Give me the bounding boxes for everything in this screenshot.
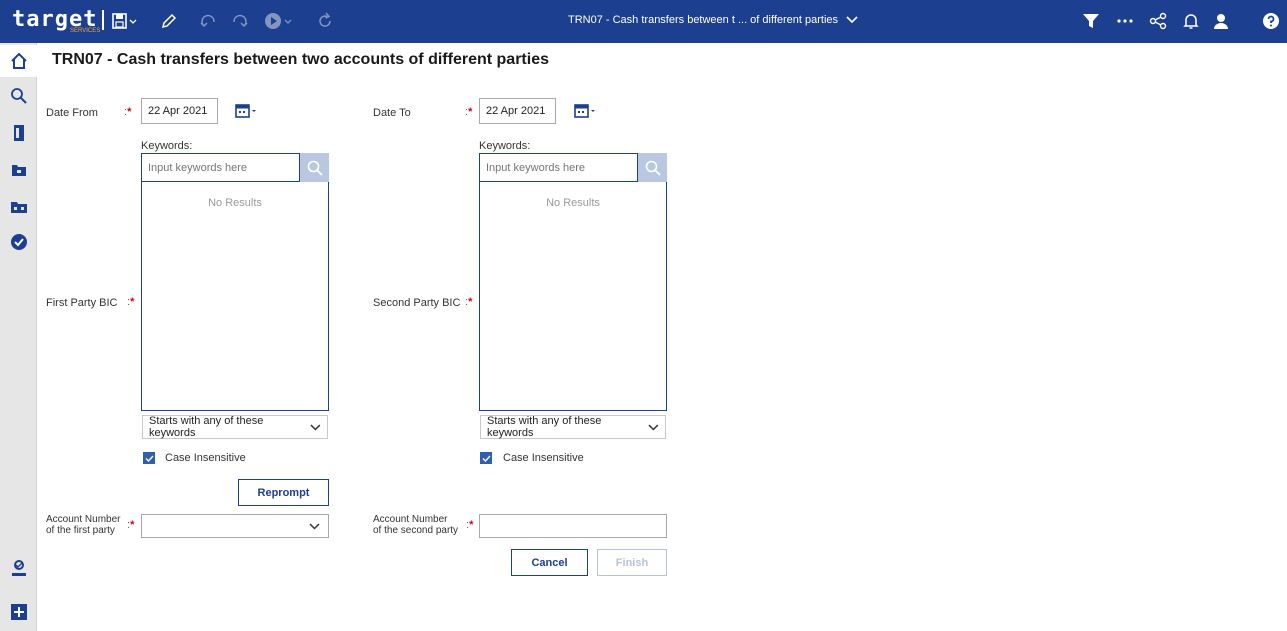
chevron-down-icon (846, 16, 858, 24)
search-icon (10, 88, 27, 104)
sidebar (0, 43, 37, 631)
account-first-label: Account Number of the first party (46, 514, 121, 536)
sidebar-item-home[interactable] (0, 45, 37, 77)
date-to-calendar-button[interactable] (574, 101, 596, 121)
date-from-label: Date From (46, 107, 98, 119)
calendar-icon (574, 104, 595, 118)
first-party-case-insensitive-checkbox[interactable] (143, 452, 155, 464)
first-party-search-button[interactable] (300, 153, 329, 182)
more-icon[interactable] (1116, 11, 1134, 31)
date-from-calendar-button[interactable] (235, 101, 257, 121)
home-icon (10, 52, 27, 69)
bell-icon[interactable] (1182, 11, 1200, 31)
date-from-input[interactable]: 22 Apr 2021 (141, 98, 218, 124)
help-icon[interactable] (1262, 11, 1280, 31)
second-party-bic-label: Second Party BIC (373, 297, 461, 309)
second-party-results-list[interactable]: No Results (479, 182, 667, 411)
save-icon[interactable] (112, 11, 138, 31)
calendar-icon (235, 104, 256, 118)
chevron-down-icon (648, 424, 659, 431)
sidebar-item-search[interactable] (0, 80, 37, 112)
second-party-keywords-label: Keywords: (479, 140, 531, 152)
reprompt-button[interactable]: Reprompt (238, 479, 329, 506)
play-icon[interactable] (264, 11, 294, 31)
check-icon (145, 455, 154, 462)
sidebar-item-profile[interactable] (0, 552, 37, 584)
document-icon (13, 125, 24, 141)
check-icon (482, 455, 491, 462)
account-second-input[interactable] (479, 514, 667, 538)
logo-subtext: SERVICES (70, 28, 101, 34)
redo-icon[interactable] (230, 11, 248, 31)
check-circle-icon (10, 234, 27, 250)
first-party-match-mode-select[interactable]: Starts with any of these keywords (142, 415, 328, 439)
target-logo: target SERVICES (12, 6, 101, 36)
user-icon[interactable] (1212, 11, 1230, 31)
sidebar-item-tasks[interactable] (0, 226, 37, 258)
second-party-bic-colon: :* (465, 296, 473, 308)
sidebar-item-folders[interactable] (0, 191, 37, 223)
date-to-colon: :* (465, 106, 473, 118)
chevron-down-icon (309, 522, 320, 530)
account-first-dropdown[interactable] (141, 514, 329, 538)
second-party-search-button[interactable] (638, 153, 667, 182)
folders-icon (10, 202, 27, 213)
sidebar-item-add[interactable] (0, 596, 37, 628)
chevron-down-icon (310, 424, 321, 431)
edit-icon[interactable] (160, 11, 178, 31)
window-title: TRN07 - Cash transfers between t ... of … (568, 14, 839, 26)
second-party-match-mode-select[interactable]: Starts with any of these keywords (480, 415, 666, 439)
second-party-no-results: No Results (546, 197, 600, 209)
sidebar-item-folder[interactable] (0, 154, 37, 186)
window-title-dropdown[interactable]: TRN07 - Cash transfers between t ... of … (568, 14, 858, 26)
share-icon[interactable] (1149, 11, 1167, 31)
cancel-button[interactable]: Cancel (511, 549, 588, 576)
user-badge-icon (11, 560, 26, 576)
first-party-bic-label: First Party BIC (46, 297, 118, 309)
finish-button[interactable]: Finish (597, 549, 667, 576)
date-to-input[interactable]: 22 Apr 2021 (479, 98, 556, 124)
second-party-match-mode-value: Starts with any of these keywords (487, 415, 602, 439)
page-title: TRN07 - Cash transfers between two accou… (52, 51, 549, 68)
search-icon (307, 160, 323, 176)
account-second-label: Account Number of the second party (373, 514, 459, 536)
undo-icon[interactable] (200, 11, 218, 31)
account-second-colon: :* (466, 519, 474, 531)
account-first-colon: :* (127, 519, 135, 531)
second-party-case-insensitive-checkbox[interactable] (480, 452, 492, 464)
sidebar-item-document[interactable] (0, 117, 37, 149)
filter-icon[interactable] (1082, 11, 1100, 31)
first-party-keywords-input[interactable] (141, 153, 300, 182)
first-party-no-results: No Results (208, 197, 262, 209)
logo-divider (102, 10, 104, 30)
first-party-match-mode-value: Starts with any of these keywords (149, 415, 264, 439)
first-party-case-insensitive-label: Case Insensitive (165, 452, 246, 464)
refresh-icon[interactable] (316, 11, 334, 31)
date-from-colon: :* (124, 106, 132, 118)
search-icon (645, 160, 661, 176)
first-party-bic-colon: :* (127, 296, 135, 308)
folder-icon (11, 165, 26, 176)
second-party-keywords-input[interactable] (479, 153, 638, 182)
second-party-case-insensitive-label: Case Insensitive (503, 452, 584, 464)
add-icon (10, 604, 27, 620)
top-bar: target SERVICES TRN07 - Cash transfers b… (0, 0, 1287, 43)
first-party-keywords-label: Keywords: (141, 140, 193, 152)
date-to-label: Date To (373, 107, 411, 119)
first-party-results-list[interactable]: No Results (141, 182, 329, 411)
